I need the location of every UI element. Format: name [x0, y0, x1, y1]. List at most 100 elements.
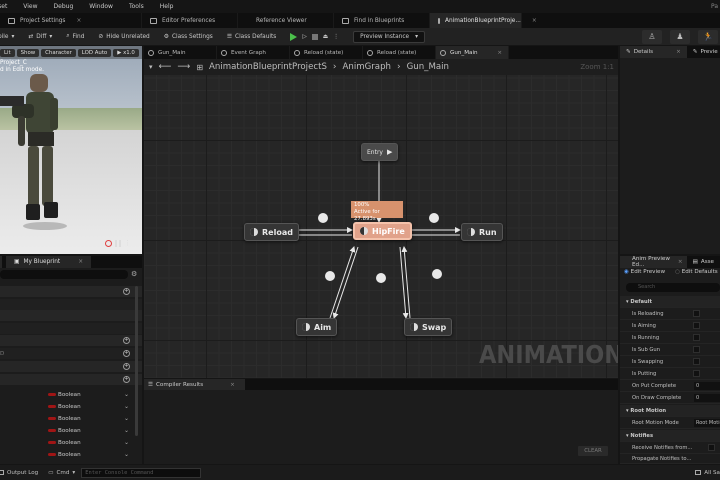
- skeleton-mode-button[interactable]: ♙: [642, 29, 662, 44]
- state-node-aim[interactable]: Aim: [296, 318, 338, 336]
- graph-tab-event-graph[interactable]: Event Graph: [217, 46, 290, 59]
- checkbox[interactable]: [693, 334, 700, 341]
- number-field[interactable]: 0: [694, 393, 720, 402]
- variable-row[interactable]: Boolean ⌄: [0, 425, 142, 436]
- tab-find-in-blueprints[interactable]: Find in Blueprints: [334, 13, 430, 28]
- add-icon[interactable]: +: [123, 363, 130, 370]
- variable-row[interactable]: Boolean ⌄: [0, 413, 142, 424]
- anim-graph-canvas[interactable]: Entry ▶ 100% Active for 27.893s Reload Hi…: [144, 75, 618, 378]
- entry-node[interactable]: Entry ▶: [361, 143, 399, 161]
- tab-animation-blueprint[interactable]: AnimationBlueprintProje... ×: [430, 13, 537, 28]
- state-node-reload[interactable]: Reload: [244, 223, 299, 241]
- add-icon[interactable]: +: [123, 376, 130, 383]
- variable-row[interactable]: Boolean ⌄: [0, 449, 142, 460]
- scrollbar[interactable]: [135, 286, 138, 436]
- tab-my-blueprint[interactable]: ▣ My Blueprint ×: [6, 256, 92, 268]
- class-settings-button[interactable]: ⚙ Class Settings: [157, 28, 220, 45]
- close-icon[interactable]: ×: [497, 50, 502, 56]
- anim-preview-search-input[interactable]: Search: [626, 283, 720, 292]
- viewport-show-button[interactable]: Show: [16, 48, 40, 57]
- section-row[interactable]: [0, 310, 142, 321]
- section-row[interactable]: [0, 299, 142, 310]
- tab-asset-browser[interactable]: ▤ Asse: [686, 256, 720, 268]
- add-icon[interactable]: +: [123, 288, 130, 295]
- state-node-swap[interactable]: Swap: [404, 318, 453, 336]
- checkbox[interactable]: [693, 370, 700, 377]
- chevron-down-icon[interactable]: ⌄: [124, 439, 129, 446]
- mesh-mode-button[interactable]: ♟: [670, 29, 690, 44]
- breadcrumb-animgraph[interactable]: AnimGraph: [343, 62, 391, 72]
- close-icon[interactable]: ×: [532, 18, 537, 24]
- viewport-character-button[interactable]: Character: [41, 48, 76, 57]
- chevron-down-icon[interactable]: ⌄: [124, 391, 129, 398]
- tab-editor-preferences[interactable]: Editor Preferences: [142, 13, 238, 28]
- save-all-button[interactable]: All Sa: [695, 470, 720, 476]
- animation-mode-button[interactable]: 🏃: [698, 29, 718, 44]
- step-icon[interactable]: ▷: [302, 34, 306, 40]
- my-blueprint-search-input[interactable]: [0, 270, 128, 279]
- gear-icon[interactable]: ⚙: [131, 270, 137, 278]
- edit-preview-toggle[interactable]: ◉ Edit Preview: [624, 269, 665, 275]
- section-row[interactable]: +: [0, 361, 142, 372]
- section-notifies[interactable]: ▾ Notifies: [620, 430, 720, 442]
- viewport-lod-button[interactable]: LOD Auto: [77, 48, 112, 57]
- pause-icon[interactable]: [115, 239, 121, 247]
- back-arrow-icon[interactable]: ⟵: [159, 62, 172, 72]
- eject-icon[interactable]: ⏏: [323, 34, 328, 40]
- graph-tab-reload-state[interactable]: Reload (state): [290, 46, 363, 59]
- section-root-motion[interactable]: ▾ Root Motion: [620, 405, 720, 417]
- more-icon[interactable]: ⋮: [333, 34, 339, 40]
- variable-row[interactable]: Boolean ⌄: [0, 437, 142, 448]
- close-icon[interactable]: ×: [78, 259, 83, 265]
- tab-preview-settings[interactable]: ✎ Previe: [686, 46, 720, 58]
- variable-row[interactable]: Boolean ⌄: [0, 401, 142, 412]
- preview-viewport[interactable]: Lit Show Character LOD Auto ▶ x1.0 Proje…: [0, 46, 142, 254]
- close-icon[interactable]: ×: [76, 18, 81, 24]
- record-icon[interactable]: [105, 239, 112, 247]
- graph-tab-gun-main-active[interactable]: Gun_Main ×: [436, 46, 509, 59]
- section-row[interactable]: +: [0, 335, 142, 346]
- section-row[interactable]: D +: [0, 348, 142, 359]
- breadcrumb-gun-main[interactable]: Gun_Main: [407, 62, 449, 72]
- add-icon[interactable]: +: [123, 337, 130, 344]
- clear-button[interactable]: CLEAR: [578, 446, 608, 456]
- close-icon[interactable]: ×: [230, 382, 235, 388]
- menu-view[interactable]: View: [15, 3, 45, 10]
- viewport-lit-button[interactable]: Lit: [0, 48, 15, 57]
- tab-reference-viewer[interactable]: Reference Viewer: [238, 13, 334, 28]
- more-icon[interactable]: ⋮: [124, 239, 131, 247]
- section-default[interactable]: ▾ Default: [620, 296, 720, 308]
- checkbox[interactable]: [693, 322, 700, 329]
- find-button[interactable]: ⌕ Find: [59, 28, 91, 45]
- class-defaults-button[interactable]: ☰ Class Defaults: [220, 28, 284, 45]
- menu-help[interactable]: Help: [152, 3, 182, 10]
- add-icon[interactable]: +: [123, 350, 130, 357]
- cmd-dropdown[interactable]: ▭ Cmd ▾: [48, 470, 75, 476]
- section-row[interactable]: +: [0, 374, 142, 385]
- menu-tools[interactable]: Tools: [121, 3, 152, 10]
- tab-project-settings[interactable]: Project Settings ×: [0, 13, 142, 28]
- checkbox[interactable]: [708, 444, 715, 451]
- menu-debug[interactable]: Debug: [46, 3, 82, 10]
- diff-button[interactable]: ⇄ Diff ▾: [21, 28, 59, 45]
- menu-window[interactable]: Window: [81, 3, 121, 10]
- compile-button[interactable]: pile▾: [0, 28, 21, 45]
- chevron-down-icon[interactable]: ⌄: [124, 427, 129, 434]
- breadcrumb-blueprint[interactable]: AnimationBlueprintProjectS: [209, 62, 327, 72]
- viewport-speed-button[interactable]: ▶ x1.0: [113, 48, 139, 57]
- tab-compiler-results[interactable]: ☰ Compiler Results ×: [144, 379, 245, 390]
- variable-row[interactable]: Boolean ⌄: [0, 389, 142, 400]
- section-row[interactable]: +: [0, 286, 142, 297]
- edit-defaults-toggle[interactable]: ○ Edit Defaults: [675, 269, 718, 275]
- hide-unrelated-button[interactable]: ⊘ Hide Unrelated: [91, 28, 156, 45]
- chevron-down-icon[interactable]: ⌄: [124, 415, 129, 422]
- forward-arrow-icon[interactable]: ⟶: [177, 62, 190, 72]
- graph-tab-reload-state-2[interactable]: Reload (state): [363, 46, 436, 59]
- chevron-down-icon[interactable]: ▾: [149, 63, 153, 71]
- tab-details[interactable]: ✎ Details ×: [620, 46, 687, 58]
- graph-tab-gun-main[interactable]: Gun_Main: [144, 46, 217, 59]
- stop-icon[interactable]: [311, 33, 318, 40]
- state-node-run[interactable]: Run: [461, 223, 503, 241]
- number-field[interactable]: 0: [694, 381, 720, 390]
- tab-anim-preview-editor[interactable]: Anim Preview Ed... ×: [620, 256, 687, 268]
